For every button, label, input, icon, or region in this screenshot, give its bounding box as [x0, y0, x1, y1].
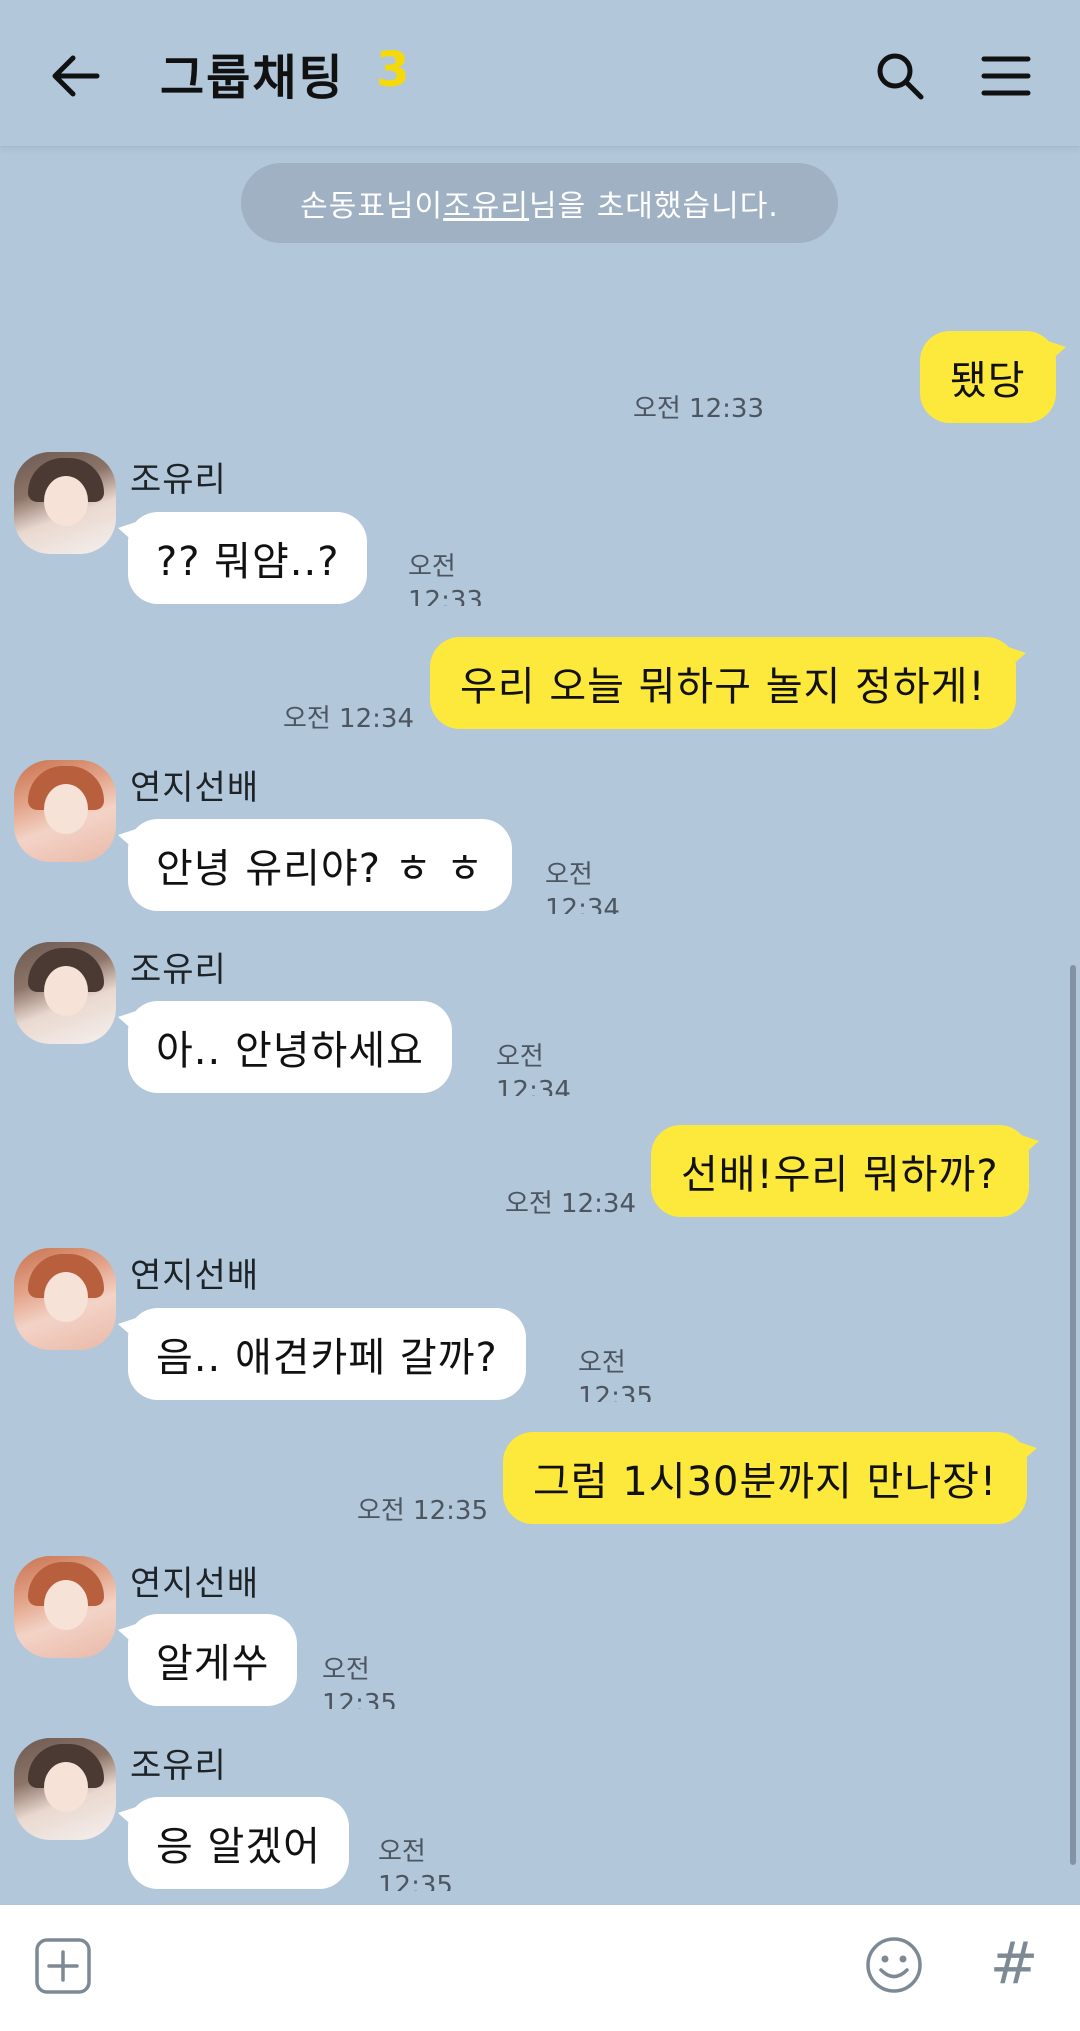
- other-message-bubble[interactable]: 응 알겠어: [118, 1797, 349, 1889]
- chat-title: 그룹채팅: [160, 50, 345, 106]
- plus-square-icon: [35, 1938, 91, 1994]
- avatar[interactable]: [14, 1556, 116, 1658]
- message-time: 오전 12:33: [408, 552, 483, 606]
- other-message-bubble[interactable]: 아.. 안녕하세요: [118, 1001, 452, 1093]
- notice-suffix: 님을 초대했습니다.: [528, 189, 779, 224]
- smiley-icon: [866, 1937, 922, 1993]
- notice-invitee[interactable]: 조유리: [443, 181, 529, 225]
- sender-name: 연지선배: [130, 1256, 260, 1296]
- notice-prefix: 손동표님이: [300, 189, 444, 224]
- hamburger-menu-icon: [981, 56, 1031, 96]
- my-message-bubble[interactable]: 그럼 1시30분까지 만나장!: [503, 1432, 1038, 1524]
- message-time: 오전 12:35: [378, 1837, 453, 1891]
- hashtag-search-button[interactable]: #: [978, 1927, 1050, 1999]
- sender-name: 조유리: [130, 1746, 227, 1786]
- other-message-bubble[interactable]: ?? 뭐얌..?: [117, 512, 368, 604]
- menu-button[interactable]: [966, 36, 1046, 116]
- avatar[interactable]: [14, 942, 116, 1044]
- message-time: 오전 12:34: [545, 860, 620, 914]
- attach-button[interactable]: [30, 1933, 96, 1999]
- chat-header: 그룹채팅 3: [0, 0, 1080, 147]
- avatar[interactable]: [14, 1738, 116, 1840]
- message-time: 오전 12:35: [578, 1348, 653, 1402]
- avatar[interactable]: [14, 760, 116, 862]
- search-icon: [877, 53, 924, 100]
- my-message-bubble[interactable]: 우리 오늘 뭐하구 놀지 정하게!: [430, 637, 1025, 729]
- message-time: 오전 12:35: [322, 1655, 397, 1709]
- back-button[interactable]: [36, 36, 116, 116]
- member-count: 3: [376, 42, 410, 98]
- arrow-left-icon: [52, 55, 100, 97]
- sender-name: 연지선배: [130, 1564, 260, 1604]
- input-bar: #: [0, 1905, 1080, 2031]
- message-time: 오전 12:34: [282, 704, 414, 734]
- message-time: 오전 12:35: [356, 1496, 488, 1526]
- my-message-bubble[interactable]: 선배!우리 뭐하까?: [651, 1125, 1039, 1217]
- avatar[interactable]: [14, 1248, 116, 1350]
- search-button[interactable]: [860, 36, 940, 116]
- my-message-bubble[interactable]: 됐당: [920, 331, 1066, 423]
- scrollbar[interactable]: [1070, 965, 1076, 1865]
- message-time: 오전 12:34: [504, 1189, 636, 1219]
- invite-notice: 손동표님이 조유리 님을 초대했습니다.: [241, 163, 838, 243]
- sender-name: 조유리: [130, 950, 227, 990]
- sender-name: 연지선배: [130, 768, 260, 808]
- emoji-button[interactable]: [858, 1929, 930, 2001]
- other-message-bubble[interactable]: 알게쑤: [117, 1614, 298, 1706]
- message-time: 오전 12:34: [496, 1042, 571, 1096]
- avatar[interactable]: [14, 452, 116, 554]
- other-message-bubble[interactable]: 음.. 애견카페 갈까?: [118, 1308, 526, 1400]
- other-message-bubble[interactable]: 안녕 유리야? ㅎ ㅎ: [118, 819, 512, 911]
- sender-name: 조유리: [130, 460, 227, 500]
- message-time: 오전 12:33: [632, 394, 764, 424]
